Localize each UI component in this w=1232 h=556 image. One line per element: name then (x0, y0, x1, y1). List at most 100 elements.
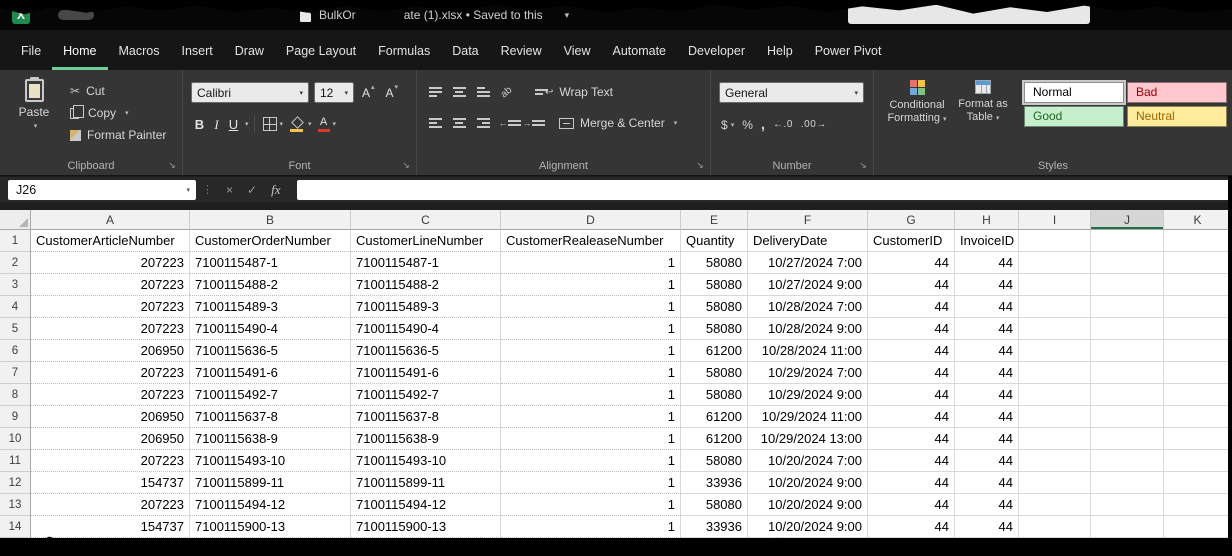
column-header-c[interactable]: C (351, 210, 501, 230)
row-header-4[interactable]: 4 (0, 296, 31, 318)
cell-c3[interactable]: 7100115488-2 (351, 274, 501, 296)
cell-h14[interactable]: 44 (955, 516, 1019, 538)
cell-c11[interactable]: 7100115493-10 (351, 450, 501, 472)
cell-j9[interactable] (1091, 406, 1164, 428)
cell-c5[interactable]: 7100115490-4 (351, 318, 501, 340)
align-top-button[interactable] (425, 82, 445, 102)
row-header-1[interactable]: 1 (0, 230, 31, 252)
cell-g5[interactable]: 44 (868, 318, 955, 340)
cell-b8[interactable]: 7100115492-7 (190, 384, 351, 406)
cell-e7[interactable]: 58080 (681, 362, 748, 384)
row-header-7[interactable]: 7 (0, 362, 31, 384)
cell-b12[interactable]: 7100115899-11 (190, 472, 351, 494)
tab-page-layout[interactable]: Page Layout (275, 30, 367, 70)
cell-style-normal[interactable]: Normal (1024, 82, 1124, 103)
cell-g1[interactable]: CustomerID (868, 230, 955, 252)
cell-k5[interactable] (1164, 318, 1232, 340)
cell-k7[interactable] (1164, 362, 1232, 384)
number-format-select[interactable]: General ▾ (719, 82, 864, 103)
paste-button[interactable]: Paste ▾ (10, 70, 58, 146)
cell-e2[interactable]: 58080 (681, 252, 748, 274)
cell-j4[interactable] (1091, 296, 1164, 318)
cell-f5[interactable]: 10/28/2024 9:00 (748, 318, 868, 340)
cell-f2[interactable]: 10/27/2024 7:00 (748, 252, 868, 274)
font-color-button[interactable]: A ▾ (315, 114, 340, 134)
cell-h12[interactable]: 44 (955, 472, 1019, 494)
tab-home[interactable]: Home (52, 30, 107, 70)
fill-color-button[interactable]: ▾ (286, 114, 315, 134)
clipboard-dialog-launcher[interactable]: ↘ (166, 159, 178, 171)
conditional-formatting-button[interactable]: Conditional Formatting▾ (884, 78, 950, 126)
tab-formulas[interactable]: Formulas (367, 30, 441, 70)
cell-k13[interactable] (1164, 494, 1232, 516)
name-box[interactable]: J26 ▾ (8, 180, 196, 200)
cell-style-neutral[interactable]: Neutral (1127, 106, 1227, 127)
column-header-a[interactable]: A (31, 210, 190, 230)
cell-b4[interactable]: 7100115489-3 (190, 296, 351, 318)
cell-d14[interactable]: 1 (501, 516, 681, 538)
cell-b3[interactable]: 7100115488-2 (190, 274, 351, 296)
cell-f14[interactable]: 10/20/2024 9:00 (748, 516, 868, 538)
cell-d7[interactable]: 1 (501, 362, 681, 384)
cell-d13[interactable]: 1 (501, 494, 681, 516)
cell-c7[interactable]: 7100115491-6 (351, 362, 501, 384)
cell-g14[interactable]: 44 (868, 516, 955, 538)
cell-e14[interactable]: 33936 (681, 516, 748, 538)
row-header-3[interactable]: 3 (0, 274, 31, 296)
cell-e9[interactable]: 61200 (681, 406, 748, 428)
tab-data[interactable]: Data (441, 30, 489, 70)
tab-review[interactable]: Review (490, 30, 553, 70)
cell-i12[interactable] (1019, 472, 1091, 494)
cell-i4[interactable] (1019, 296, 1091, 318)
row-header-9[interactable]: 9 (0, 406, 31, 428)
cell-i7[interactable] (1019, 362, 1091, 384)
cell-c2[interactable]: 7100115487-1 (351, 252, 501, 274)
cell-style-bad[interactable]: Bad (1127, 82, 1227, 103)
cell-k1[interactable] (1164, 230, 1232, 252)
cell-i5[interactable] (1019, 318, 1091, 340)
number-dialog-launcher[interactable]: ↘ (857, 159, 869, 171)
decrease-decimal-button[interactable]: .00→ (801, 119, 827, 130)
cell-j2[interactable] (1091, 252, 1164, 274)
cell-e3[interactable]: 58080 (681, 274, 748, 296)
cell-e1[interactable]: Quantity (681, 230, 748, 252)
tab-draw[interactable]: Draw (224, 30, 275, 70)
cell-g12[interactable]: 44 (868, 472, 955, 494)
cell-b5[interactable]: 7100115490-4 (190, 318, 351, 340)
underline-button[interactable]: U (225, 115, 242, 134)
row-header-12[interactable]: 12 (0, 472, 31, 494)
column-header-h[interactable]: H (955, 210, 1019, 230)
cell-f13[interactable]: 10/20/2024 9:00 (748, 494, 868, 516)
cell-j1[interactable] (1091, 230, 1164, 252)
align-right-button[interactable] (473, 113, 493, 133)
orientation-button[interactable]: ab (497, 82, 517, 102)
tab-developer[interactable]: Developer (677, 30, 756, 70)
wrap-text-button[interactable]: ↩ Wrap Text (535, 85, 613, 99)
cell-b13[interactable]: 7100115494-12 (190, 494, 351, 516)
cell-k9[interactable] (1164, 406, 1232, 428)
cell-g3[interactable]: 44 (868, 274, 955, 296)
cell-c9[interactable]: 7100115637-8 (351, 406, 501, 428)
cell-h10[interactable]: 44 (955, 428, 1019, 450)
cell-c14[interactable]: 7100115900-13 (351, 516, 501, 538)
cell-h9[interactable]: 44 (955, 406, 1019, 428)
cell-j8[interactable] (1091, 384, 1164, 406)
cell-k6[interactable] (1164, 340, 1232, 362)
cell-g2[interactable]: 44 (868, 252, 955, 274)
row-header-8[interactable]: 8 (0, 384, 31, 406)
tab-view[interactable]: View (553, 30, 602, 70)
align-center-button[interactable] (449, 113, 469, 133)
select-all-button[interactable] (0, 210, 31, 230)
row-header-2[interactable]: 2 (0, 252, 31, 274)
cell-b11[interactable]: 7100115493-10 (190, 450, 351, 472)
cell-j7[interactable] (1091, 362, 1164, 384)
decrease-font-button[interactable]: A ▾ (383, 83, 402, 103)
column-header-d[interactable]: D (501, 210, 681, 230)
cell-i2[interactable] (1019, 252, 1091, 274)
cell-h6[interactable]: 44 (955, 340, 1019, 362)
cell-k4[interactable] (1164, 296, 1232, 318)
cell-g13[interactable]: 44 (868, 494, 955, 516)
cell-e12[interactable]: 33936 (681, 472, 748, 494)
cell-g8[interactable]: 44 (868, 384, 955, 406)
cell-g4[interactable]: 44 (868, 296, 955, 318)
